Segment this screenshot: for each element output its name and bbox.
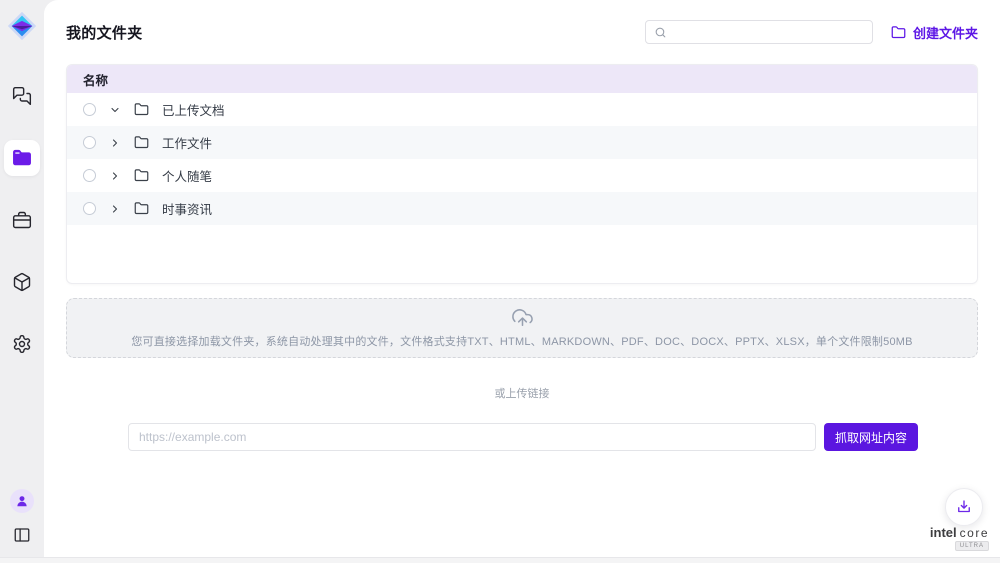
intel-core-logo: intel core ULTRA bbox=[921, 525, 989, 551]
table-row[interactable]: 个人随笔 bbox=[67, 159, 977, 192]
url-upload-row: 抓取网址内容 bbox=[66, 423, 978, 451]
folder-icon bbox=[134, 201, 149, 216]
search-input[interactable] bbox=[673, 25, 864, 39]
download-icon bbox=[955, 498, 973, 516]
folder-icon bbox=[12, 148, 32, 168]
folder-icon bbox=[134, 168, 149, 183]
row-checkbox[interactable] bbox=[83, 169, 96, 182]
gem-logo-icon bbox=[6, 10, 38, 42]
search-icon bbox=[654, 26, 667, 39]
sidebar bbox=[0, 0, 44, 563]
sidebar-item-models[interactable] bbox=[4, 264, 40, 300]
upload-hint-text: 您可直接选择加载文件夹，系统自动处理其中的文件，文件格式支持TXT、HTML、M… bbox=[131, 333, 912, 349]
row-checkbox[interactable] bbox=[83, 136, 96, 149]
folder-name: 已上传文档 bbox=[162, 100, 225, 119]
chevron-down-icon[interactable] bbox=[109, 104, 121, 116]
collapse-sidebar-button[interactable] bbox=[10, 523, 34, 547]
user-avatar-icon bbox=[15, 494, 29, 508]
create-folder-label: 创建文件夹 bbox=[913, 23, 978, 42]
chevron-right-icon[interactable] bbox=[109, 170, 121, 182]
table-row[interactable]: 时事资讯 bbox=[67, 192, 977, 225]
app-logo[interactable] bbox=[4, 8, 40, 44]
row-checkbox[interactable] bbox=[83, 103, 96, 116]
user-avatar[interactable] bbox=[10, 489, 34, 513]
folder-name: 工作文件 bbox=[162, 133, 212, 152]
url-input[interactable] bbox=[128, 423, 816, 451]
window-bottom-edge bbox=[0, 557, 1000, 563]
search-box[interactable] bbox=[645, 20, 873, 44]
sidebar-item-chat[interactable] bbox=[4, 78, 40, 114]
folder-plus-icon bbox=[891, 25, 906, 40]
download-fab-button[interactable] bbox=[945, 488, 983, 526]
intel-word: intel bbox=[930, 525, 957, 540]
sidebar-item-toolbox[interactable] bbox=[4, 202, 40, 238]
cube-icon bbox=[12, 272, 32, 292]
table-row[interactable]: 已上传文档 bbox=[67, 93, 977, 126]
sidebar-nav bbox=[4, 78, 40, 362]
row-checkbox[interactable] bbox=[83, 202, 96, 215]
chat-icon bbox=[12, 86, 32, 106]
app-window: { "app": { "title": "我的文件夹" }, "colors":… bbox=[0, 0, 1000, 563]
cloud-upload-icon bbox=[511, 307, 534, 330]
table-header: 名称 bbox=[67, 65, 977, 93]
folder-name: 个人随笔 bbox=[162, 166, 212, 185]
folder-icon bbox=[134, 135, 149, 150]
folder-icon bbox=[134, 102, 149, 117]
folder-table: 名称 已上传文档 工作文件 bbox=[66, 64, 978, 284]
core-word: core bbox=[960, 526, 989, 540]
create-folder-button[interactable]: 创建文件夹 bbox=[891, 23, 978, 42]
collapse-panel-icon bbox=[13, 526, 31, 544]
page-title: 我的文件夹 bbox=[66, 22, 143, 43]
upload-dropzone[interactable]: 您可直接选择加载文件夹，系统自动处理其中的文件，文件格式支持TXT、HTML、M… bbox=[66, 298, 978, 358]
sidebar-bottom bbox=[10, 489, 34, 547]
column-name-header: 名称 bbox=[83, 70, 108, 89]
briefcase-icon bbox=[12, 210, 32, 230]
topbar: 我的文件夹 创建文件夹 bbox=[66, 20, 978, 44]
fetch-url-button[interactable]: 抓取网址内容 bbox=[824, 423, 918, 451]
or-upload-link-label: 或上传链接 bbox=[66, 385, 978, 401]
main-content: 我的文件夹 创建文件夹 名称 bbox=[44, 0, 1000, 563]
intel-ultra-badge: ULTRA bbox=[955, 541, 989, 551]
sidebar-item-folders[interactable] bbox=[4, 140, 40, 176]
chevron-right-icon[interactable] bbox=[109, 137, 121, 149]
sidebar-item-settings[interactable] bbox=[4, 326, 40, 362]
gear-icon bbox=[12, 334, 32, 354]
folder-name: 时事资讯 bbox=[162, 199, 212, 218]
chevron-right-icon[interactable] bbox=[109, 203, 121, 215]
table-row[interactable]: 工作文件 bbox=[67, 126, 977, 159]
